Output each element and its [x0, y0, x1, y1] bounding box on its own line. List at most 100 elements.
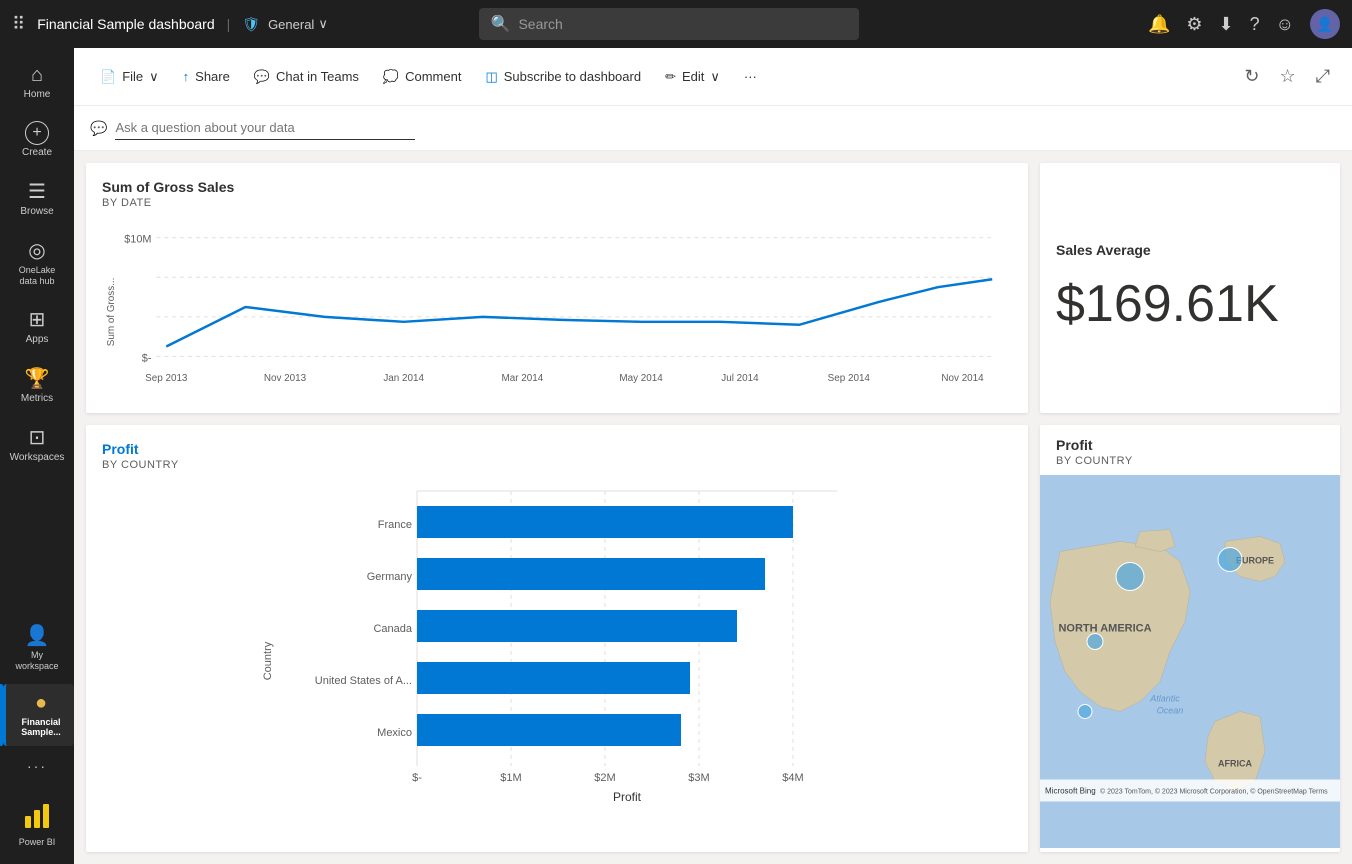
apps-grid-icon[interactable]: ⠿	[12, 14, 25, 35]
main-layout: ⌂ Home + Create ☰ Browse ◎ OneLakedata h…	[0, 48, 1352, 864]
sidebar-label-create: Create	[22, 147, 52, 159]
svg-text:$10M: $10M	[124, 234, 151, 246]
sidebar-label-metrics: Metrics	[21, 393, 53, 405]
onelake-icon: ◎	[28, 238, 45, 263]
sidebar-item-apps[interactable]: ⊞ Apps	[3, 299, 71, 354]
my-workspace-icon: 👤	[25, 623, 50, 648]
toolbar-right-icons: ↻ ☆ ⤢	[1238, 60, 1336, 93]
shield-icon: 🛡	[242, 16, 260, 33]
line-chart-container: $10M $- Sum of Gross... Sep 2013 Nov 201…	[102, 217, 1012, 377]
svg-text:Nov 2014: Nov 2014	[941, 373, 984, 384]
sidebar-label-financial: FinancialSample...	[21, 717, 61, 739]
browse-icon: ☰	[28, 179, 46, 204]
edit-chevron: ∨	[710, 69, 720, 85]
share-button[interactable]: ↑ Share	[173, 63, 240, 90]
map-card-header: Profit BY COUNTRY	[1040, 425, 1340, 475]
help-icon[interactable]: ?	[1250, 14, 1260, 35]
map-container: NORTH AMERICA EUROPE AFRICA Atlantic Oce…	[1040, 475, 1340, 848]
more-icon: ···	[27, 758, 47, 774]
app-title: Financial Sample dashboard | 🛡 General ∨	[37, 16, 328, 33]
file-button[interactable]: 📄 File ∨	[90, 63, 169, 91]
content-area: 📄 File ∨ ↑ Share 💬 Chat in Teams 💭 Comme…	[74, 48, 1352, 864]
bar-chart-title: Profit	[102, 441, 1012, 457]
subscribe-button[interactable]: ◫ Subscribe to dashboard	[475, 63, 651, 91]
comment-button[interactable]: 💭 Comment	[373, 63, 472, 91]
search-input[interactable]	[518, 16, 846, 32]
line-chart-card: Sum of Gross Sales BY DATE $10M $- Sum o…	[86, 163, 1028, 413]
sidebar-item-workspaces[interactable]: ⊡ Workspaces	[3, 417, 71, 472]
bar-chart-subtitle: BY COUNTRY	[102, 459, 1012, 471]
sidebar-item-home[interactable]: ⌂ Home	[3, 56, 71, 109]
svg-text:Sep 2014: Sep 2014	[828, 373, 871, 384]
sidebar-item-more[interactable]: ···	[3, 750, 71, 782]
sidebar-label-my-workspace: Myworkspace	[15, 650, 58, 672]
general-button[interactable]: General ∨	[268, 16, 328, 32]
share-icon: ↑	[183, 69, 190, 84]
search-bar[interactable]: 🔍	[479, 8, 859, 40]
sidebar-item-metrics[interactable]: 🏆 Metrics	[3, 358, 71, 413]
more-button[interactable]: ···	[734, 63, 767, 90]
avatar[interactable]: 👤	[1310, 9, 1340, 39]
more-icon: ···	[744, 69, 757, 84]
svg-text:AFRICA: AFRICA	[1218, 759, 1252, 769]
title-divider: |	[227, 16, 231, 32]
toolbar: 📄 File ∨ ↑ Share 💬 Chat in Teams 💭 Comme…	[74, 48, 1352, 106]
svg-text:Canada: Canada	[373, 623, 412, 635]
svg-text:$2M: $2M	[594, 772, 615, 784]
sidebar-item-powerbi[interactable]: Power BI	[3, 794, 71, 856]
fullscreen-button[interactable]: ⤢	[1310, 60, 1336, 93]
file-icon: 📄	[100, 69, 116, 85]
refresh-button[interactable]: ↻	[1238, 60, 1265, 93]
svg-text:Germany: Germany	[367, 571, 413, 583]
search-icon: 🔍	[491, 14, 511, 34]
sales-avg-card: Sales Average $169.61K	[1040, 163, 1340, 413]
app-title-text: Financial Sample dashboard	[37, 16, 214, 32]
workspaces-icon: ⊡	[29, 425, 46, 450]
sidebar-item-create[interactable]: + Create	[3, 113, 71, 167]
sidebar-item-financial[interactable]: ● FinancialSample...	[3, 684, 74, 747]
svg-text:Nov 2013: Nov 2013	[264, 373, 307, 384]
svg-text:Sep 2013: Sep 2013	[145, 373, 188, 384]
qa-input[interactable]	[115, 116, 415, 140]
feedback-icon[interactable]: ☺	[1276, 14, 1294, 35]
map-subtitle: BY COUNTRY	[1056, 455, 1324, 467]
dashboard-grid: Sum of Gross Sales BY DATE $10M $- Sum o…	[74, 151, 1352, 864]
svg-text:United States of A...: United States of A...	[315, 675, 412, 687]
sidebar-item-onelake[interactable]: ◎ OneLakedata hub	[3, 230, 71, 295]
chevron-down-icon: ∨	[318, 16, 328, 32]
home-icon: ⌂	[31, 64, 43, 87]
sidebar: ⌂ Home + Create ☰ Browse ◎ OneLakedata h…	[0, 48, 74, 864]
svg-text:Ocean: Ocean	[1157, 706, 1184, 716]
qa-icon: 💬	[90, 120, 107, 137]
metrics-icon: 🏆	[25, 366, 50, 391]
map-card: Profit BY COUNTRY	[1040, 425, 1340, 852]
svg-text:$3M: $3M	[688, 772, 709, 784]
favorite-button[interactable]: ☆	[1273, 60, 1301, 93]
bar-chart-svg: Country France Germany Cana	[102, 471, 1012, 811]
sidebar-item-my-workspace[interactable]: 👤 Myworkspace	[3, 615, 71, 680]
sales-avg-title: Sales Average	[1056, 242, 1151, 258]
svg-text:$4M: $4M	[782, 772, 803, 784]
svg-text:Jan 2014: Jan 2014	[383, 373, 424, 384]
powerbi-icon	[23, 802, 51, 835]
notifications-icon[interactable]: 🔔	[1148, 14, 1170, 35]
line-chart-subtitle: BY DATE	[102, 197, 1012, 209]
svg-text:$1M: $1M	[500, 772, 521, 784]
subscribe-icon: ◫	[485, 69, 497, 85]
sidebar-item-browse[interactable]: ☰ Browse	[3, 171, 71, 226]
teams-icon: 💬	[254, 69, 270, 85]
map-svg: NORTH AMERICA EUROPE AFRICA Atlantic Oce…	[1040, 475, 1340, 848]
map-title: Profit	[1056, 437, 1324, 453]
edit-button[interactable]: ✏ Edit ∨	[655, 63, 730, 91]
chat-in-teams-button[interactable]: 💬 Chat in Teams	[244, 63, 369, 91]
svg-text:Country: Country	[262, 641, 274, 680]
settings-icon[interactable]: ⚙	[1186, 14, 1202, 35]
apps-icon: ⊞	[29, 307, 46, 332]
bar-chart-card: Profit BY COUNTRY Country France	[86, 425, 1028, 852]
download-icon[interactable]: ⬇	[1219, 14, 1234, 35]
svg-text:$-: $-	[142, 352, 152, 364]
svg-text:May 2014: May 2014	[619, 373, 663, 384]
sidebar-label-home: Home	[24, 89, 51, 101]
sales-avg-value: $169.61K	[1056, 274, 1279, 334]
line-chart-title: Sum of Gross Sales	[102, 179, 1012, 195]
